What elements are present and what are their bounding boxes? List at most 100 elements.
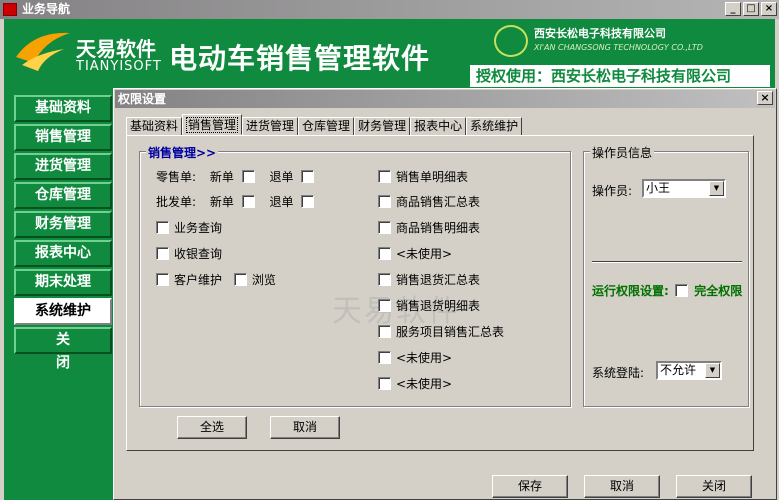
dialog-close-button[interactable]: × (757, 91, 773, 105)
report-checkbox-7[interactable] (378, 325, 391, 338)
report-label-7: 服务项目销售汇总表 (396, 325, 505, 339)
report-label-6: 销售退货明细表 (396, 299, 481, 313)
customer-maint-checkbox[interactable] (156, 273, 169, 286)
customer-row: 客户维护 浏览 (156, 271, 276, 288)
report-row-4[interactable]: <未使用> (378, 245, 452, 262)
logo-text: 天易软件 (76, 37, 156, 61)
retail-row: 零售单: 新单 退单 (156, 168, 319, 185)
login-select[interactable]: 不允许 ▼ (656, 361, 722, 380)
operator-value: 小王 (646, 181, 671, 195)
sidebar-item-reports[interactable]: 报表中心 (14, 240, 112, 267)
wholesale-row: 批发单: 新单 退单 (156, 193, 319, 210)
report-label-5: 销售退货汇总表 (396, 273, 481, 287)
select-all-button[interactable]: 全选 (177, 416, 247, 439)
report-row-6[interactable]: 销售退货明细表 (378, 297, 480, 314)
sidebar-item-period-end[interactable]: 期末处理 (14, 269, 112, 296)
report-row-3[interactable]: 商品销售明细表 (378, 219, 480, 236)
report-checkbox-3[interactable] (378, 221, 391, 234)
sidebar-nav: 基础资料 销售管理 进货管理 仓库管理 财务管理 报表中心 期末处理 系统维护 … (14, 95, 112, 371)
sidebar-item-warehouse[interactable]: 仓库管理 (14, 182, 112, 209)
report-checkbox-4[interactable] (378, 247, 391, 260)
cashier-query-row[interactable]: 收银查询 (156, 245, 222, 262)
tab-sales[interactable]: 销售管理 (182, 114, 243, 135)
company-name-english: XI'AN CHANGSONG TECHNOLOGY CO.,LTD (534, 43, 703, 52)
wholesale-return-label: 退单 (269, 195, 294, 209)
retail-new-label: 新单 (209, 170, 234, 184)
permission-dialog: 权限设置 × 基础资料 销售管理 进货管理 仓库管理 财务管理 报表中心 系统维… (113, 88, 777, 500)
tab-reports[interactable]: 报表中心 (410, 117, 467, 135)
report-checkbox-6[interactable] (378, 299, 391, 312)
save-button[interactable]: 保存 (492, 475, 568, 498)
chevron-down-icon[interactable]: ▼ (709, 181, 724, 196)
report-row-2[interactable]: 商品销售汇总表 (378, 193, 480, 210)
report-row-7[interactable]: 服务项目销售汇总表 (378, 323, 504, 340)
clear-selection-button[interactable]: 取消 (270, 416, 340, 439)
report-row-5[interactable]: 销售退货汇总表 (378, 271, 480, 288)
report-label-2: 商品销售汇总表 (396, 195, 481, 209)
report-checkbox-1[interactable] (378, 170, 391, 183)
report-checkbox-8[interactable] (378, 351, 391, 364)
company-name: 西安长松电子科技有限公司 (534, 27, 666, 40)
business-query-checkbox[interactable] (156, 221, 169, 234)
cashier-query-checkbox[interactable] (156, 247, 169, 260)
app-icon (3, 3, 17, 16)
retail-new-checkbox[interactable] (241, 170, 255, 183)
full-permission-label: 完全权限 (694, 284, 743, 298)
customer-maint-label: 客户维护 (174, 273, 223, 287)
retail-return-label: 退单 (269, 170, 294, 184)
logo-english: TIANYISOFT (76, 59, 162, 74)
license-text: 授权使用：西安长松电子科技有限公司 (470, 65, 770, 87)
sidebar-item-finance[interactable]: 财务管理 (14, 211, 112, 238)
cashier-query-label: 收银查询 (174, 247, 223, 261)
report-checkbox-5[interactable] (378, 273, 391, 286)
wholesale-return-checkbox[interactable] (301, 195, 315, 208)
divider (592, 261, 742, 263)
retail-return-checkbox[interactable] (301, 170, 315, 183)
wholesale-label: 批发单: (156, 195, 197, 209)
operator-label: 操作员: (592, 184, 633, 198)
app-banner: 天易软件 TIANYISOFT 电动车销售管理软件 西安长松电子科技有限公司 X… (4, 19, 775, 89)
tab-purchase[interactable]: 进货管理 (242, 117, 299, 135)
report-row-8[interactable]: <未使用> (378, 349, 452, 366)
operator-select[interactable]: 小王 ▼ (642, 179, 726, 198)
tab-system[interactable]: 系统维护 (466, 117, 523, 135)
close-button[interactable]: 关闭 (676, 475, 752, 498)
browse-checkbox[interactable] (233, 273, 247, 286)
retail-label: 零售单: (156, 170, 197, 184)
report-checkbox-9[interactable] (378, 377, 391, 390)
wholesale-new-checkbox[interactable] (241, 195, 255, 208)
system-title: 电动车销售管理软件 (169, 42, 431, 75)
browse-label: 浏览 (251, 273, 276, 287)
sales-group-title: 销售管理>> (146, 144, 219, 161)
login-value: 不允许 (660, 363, 697, 377)
close-button[interactable]: × (761, 2, 777, 16)
company-brand: 西安长松电子科技有限公司 XI'AN CHANGSONG TECHNOLOGY … (494, 23, 762, 61)
run-permission-label: 运行权限设置: (592, 284, 669, 298)
report-label-1: 销售单明细表 (396, 170, 469, 184)
report-row-1[interactable]: 销售单明细表 (378, 168, 468, 185)
sidebar-item-basic-data[interactable]: 基础资料 (14, 95, 112, 122)
operator-group-title: 操作员信息 (590, 144, 655, 161)
tab-basic-data[interactable]: 基础资料 (126, 117, 183, 135)
full-permission-checkbox[interactable] (675, 284, 688, 297)
sidebar-item-system[interactable]: 系统维护 (14, 298, 112, 325)
sidebar-item-sales[interactable]: 销售管理 (14, 124, 112, 151)
operator-info-group: 操作员信息 操作员: 小王 ▼ 运行权限设置: 完全权限 系统登陆: 不允许 ▼ (583, 144, 749, 407)
business-query-label: 业务查询 (174, 221, 223, 235)
tab-finance[interactable]: 财务管理 (354, 117, 411, 135)
report-checkbox-2[interactable] (378, 195, 391, 208)
business-query-row[interactable]: 业务查询 (156, 219, 222, 236)
report-row-9[interactable]: <未使用> (378, 375, 452, 392)
chevron-down-icon[interactable]: ▼ (705, 363, 720, 378)
run-permission-row: 运行权限设置: 完全权限 (592, 282, 742, 299)
sidebar-item-close[interactable]: 关闭 (14, 327, 112, 371)
minimize-button[interactable]: _ (725, 2, 741, 16)
company-logo-icon (494, 25, 528, 57)
tab-warehouse[interactable]: 仓库管理 (298, 117, 355, 135)
maximize-button[interactable]: □ (743, 2, 759, 16)
report-label-9: <未使用> (396, 377, 453, 391)
tianyi-logo-icon (16, 32, 70, 71)
cancel-button[interactable]: 取消 (584, 475, 660, 498)
tab-bar: 基础资料 销售管理 进货管理 仓库管理 财务管理 报表中心 系统维护 (126, 114, 523, 135)
sidebar-item-purchase[interactable]: 进货管理 (14, 153, 112, 180)
